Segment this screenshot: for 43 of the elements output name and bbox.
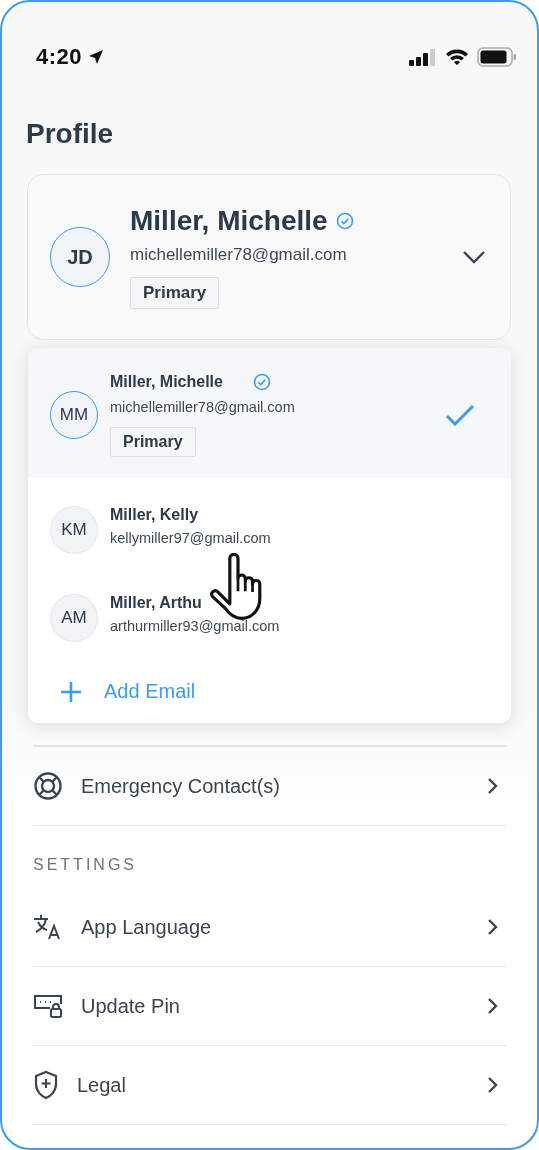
account-email: michellemiller78@gmail.com <box>130 245 347 265</box>
checkmark-icon <box>445 404 475 426</box>
menu-label: Legal <box>77 1073 127 1097</box>
menu-label: App Language <box>81 915 213 939</box>
account-option[interactable]: KM Miller, Kelly kellymiller97@gmail.com <box>28 478 511 566</box>
menu-item[interactable]: Legal <box>33 1046 507 1125</box>
account-option[interactable]: AM Miller, Arthu arthurmiller93@gmail.com <box>28 566 511 654</box>
avatar: AM <box>50 594 98 642</box>
avatar: MM <box>50 391 98 439</box>
avatar: KM <box>50 506 98 554</box>
signal-icon <box>409 48 437 66</box>
chevron-right-icon <box>487 997 499 1015</box>
account-selector[interactable]: JD Miller, Michelle michellemiller78@gmail.com Primary <box>27 174 511 340</box>
section-heading: SETTINGS <box>33 855 138 875</box>
menu-label: Emergency Contact(s) <box>81 774 281 798</box>
account-email: kellymiller97@gmail.com <box>110 530 271 546</box>
account-name: Miller, Arthu <box>110 594 202 612</box>
menu-item[interactable]: App Language <box>33 888 507 967</box>
lifebuoy-icon <box>33 771 63 801</box>
status-time: 4:20 <box>36 44 83 70</box>
menu-label: Update Pin <box>81 994 181 1018</box>
translate-icon <box>33 914 63 940</box>
page-title: Profile <box>26 118 115 150</box>
battery-icon <box>477 47 517 67</box>
wifi-icon <box>445 48 469 66</box>
avatar: JD <box>50 227 110 287</box>
account-email: arthurmiller93@gmail.com <box>110 618 280 634</box>
account-email: michellemiller78@gmail.com <box>110 399 295 415</box>
chevron-right-icon <box>487 777 499 795</box>
chevron-right-icon <box>487 1076 499 1094</box>
location-arrow-icon <box>88 49 105 65</box>
menu-item[interactable]: Update Pin <box>33 967 507 1046</box>
account-name: Miller, Kelly <box>110 506 199 524</box>
primary-tag: Primary <box>130 277 220 309</box>
account-option[interactable]: MM Miller, Michelle michellemiller78@gmail.com Primary <box>28 348 511 478</box>
shield-plus-icon <box>33 1070 59 1100</box>
account-name: Miller, Michelle <box>130 205 328 237</box>
menu-item[interactable]: Emergency Contact(s) <box>33 747 507 826</box>
account-name: Miller, Michelle <box>110 373 223 391</box>
chevron-right-icon <box>487 918 499 936</box>
keyboard-lock-icon <box>33 994 63 1018</box>
primary-tag: Primary <box>110 427 196 457</box>
plus-icon <box>60 680 82 703</box>
